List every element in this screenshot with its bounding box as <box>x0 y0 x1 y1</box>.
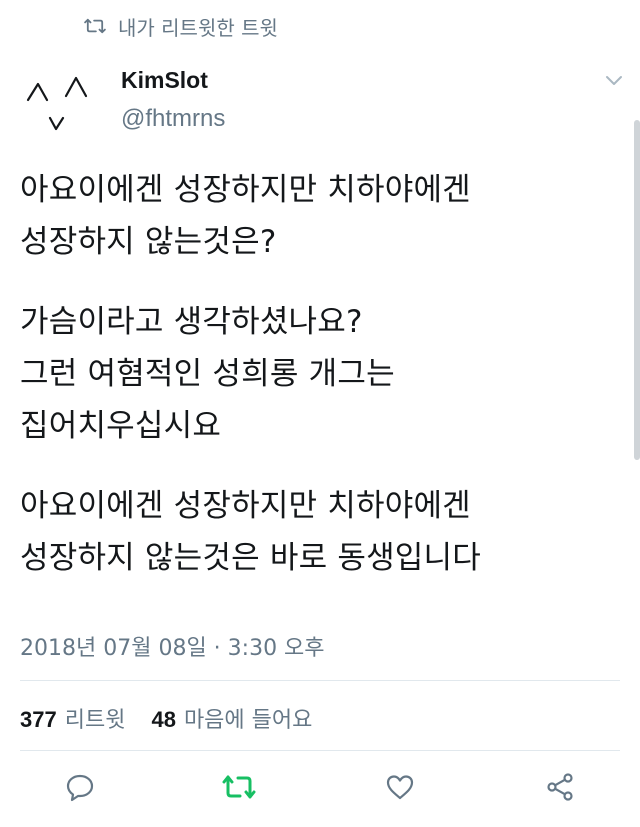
like-count: 48 <box>151 707 176 732</box>
tweet-line: 아요이에겐 성장하지만 치하야에겐 <box>20 172 471 208</box>
share-button[interactable] <box>540 769 580 809</box>
chevron-down-icon[interactable] <box>604 72 624 91</box>
tweet-actions <box>0 765 640 815</box>
retweet-icon <box>222 773 256 805</box>
tweet-timestamp[interactable]: 2018년 07월 08일 · 3:30 오후 <box>20 630 325 662</box>
avatar[interactable] <box>20 66 100 136</box>
reply-button[interactable] <box>60 769 100 809</box>
share-icon <box>545 772 575 806</box>
divider <box>20 680 620 681</box>
retweet-icon <box>84 17 106 35</box>
retweet-count-link[interactable]: 377 리트윗 <box>20 702 125 734</box>
tweet-line: 성장하지 않는것은 바로 동생입니다 <box>20 540 481 576</box>
tweet-text: 아요이에겐 성장하지만 치하야에겐 성장하지 않는것은? 가슴이라고 생각하셨나… <box>20 164 630 584</box>
like-button[interactable] <box>380 769 420 809</box>
tweet-line: 성장하지 않는것은? <box>20 224 277 260</box>
retweet-context[interactable]: 내가 리트윗한 트윗 <box>84 12 278 40</box>
tweet-stats: 377 리트윗 48 마음에 들어요 <box>20 702 332 734</box>
retweet-count-label: 리트윗 <box>64 708 126 733</box>
tweet-line: 집어치우십시요 <box>20 408 222 444</box>
tweet-line: 그런 여혐적인 성희롱 개그는 <box>20 356 395 392</box>
retweet-context-label: 내가 리트윗한 트윗 <box>118 15 278 40</box>
retweet-count: 377 <box>20 707 57 732</box>
scrollbar[interactable] <box>634 120 640 460</box>
author-handle[interactable]: @fhtmrns <box>121 105 225 133</box>
reply-icon <box>65 772 95 806</box>
like-count-label: 마음에 들어요 <box>183 708 313 733</box>
heart-icon <box>385 773 415 805</box>
retweet-button[interactable] <box>219 769 259 809</box>
author-name[interactable]: KimSlot <box>121 67 208 94</box>
tweet-line: 아요이에겐 성장하지만 치하야에겐 <box>20 488 471 524</box>
tweet-line: 가슴이라고 생각하셨나요? <box>20 304 363 340</box>
like-count-link[interactable]: 48 마음에 들어요 <box>151 702 312 734</box>
divider <box>20 750 620 751</box>
